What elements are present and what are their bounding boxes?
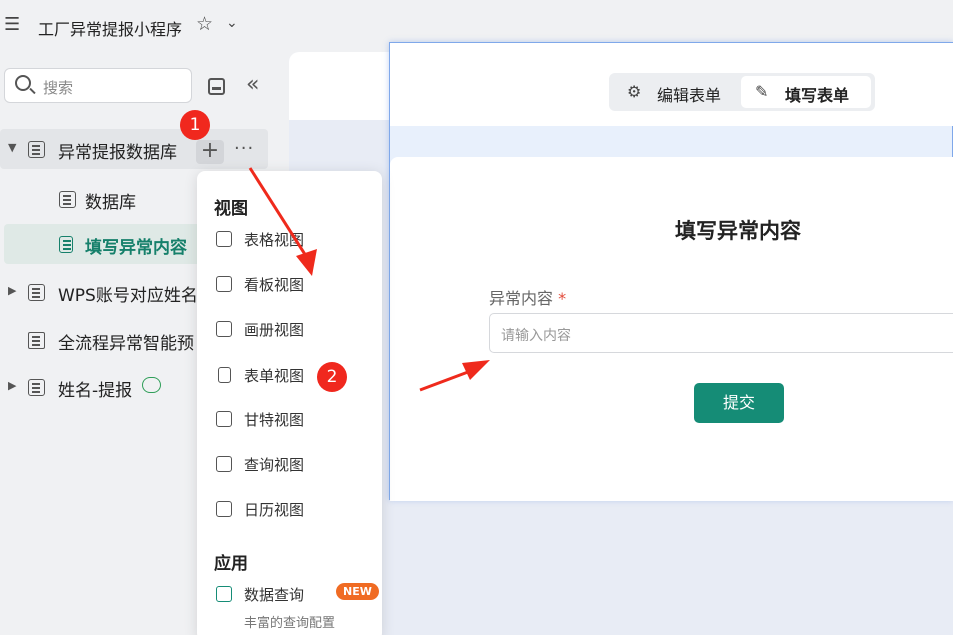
tab-label: 填写表单	[785, 86, 850, 105]
form-icon	[59, 236, 73, 253]
collapse-sidebar-icon[interactable]: «	[246, 72, 260, 97]
sidebar-item-label: 姓名-提报	[58, 381, 133, 401]
data-query-description: 丰富的查询配置	[244, 616, 336, 631]
dashboard-icon	[28, 332, 45, 349]
table-icon	[28, 141, 45, 158]
sidebar-item-exception-db[interactable]: ▼ 异常提报数据库	[0, 129, 268, 169]
calendar-icon	[216, 501, 232, 517]
more-icon[interactable]: ···	[234, 138, 254, 159]
menu-item-gantt-view[interactable]: 甘特视图	[214, 406, 364, 434]
menu-item-label: 画册视图	[244, 321, 305, 339]
menu-item-calendar-view[interactable]: 日历视图	[214, 496, 364, 524]
menu-item-query-view[interactable]: 查询视图	[214, 451, 364, 479]
table-icon	[28, 379, 45, 396]
minimize-icon[interactable]	[208, 78, 225, 95]
sidebar-item-label: 全流程异常智能预	[58, 334, 194, 354]
step-badge-1: 1	[180, 110, 210, 140]
menu-item-table-view[interactable]: 表格视图	[214, 226, 364, 254]
field-label: 异常内容 *	[489, 285, 566, 309]
section-view: 视图	[214, 199, 248, 219]
kanban-icon	[216, 276, 232, 292]
sidebar-item-label: 数据库	[85, 193, 136, 213]
sidebar-item-process-warning[interactable]: 全流程异常智能预	[0, 320, 200, 360]
required-mark: *	[558, 289, 567, 308]
add-view-button[interactable]: +	[196, 140, 224, 164]
sidebar-item-fill-exception[interactable]: 填写异常内容	[4, 224, 204, 264]
form-tabs: ⚙ 编辑表单 ✎ 填写表单	[609, 73, 875, 111]
caret-right-icon[interactable]: ▶	[8, 379, 16, 392]
table-icon	[216, 231, 232, 247]
new-badge: NEW	[336, 583, 379, 600]
table-icon	[28, 284, 45, 301]
menu-item-label: 甘特视图	[244, 411, 305, 429]
menu-item-label: 看板视图	[244, 276, 305, 294]
menu-item-label: 表格视图	[244, 231, 305, 249]
menu-item-data-query[interactable]: 数据查询 NEW	[214, 581, 379, 609]
grid-icon	[59, 191, 76, 208]
menu-item-label: 日历视图	[244, 501, 305, 519]
caret-down-icon[interactable]: ▼	[8, 141, 16, 154]
add-view-dropdown: 视图 表格视图 看板视图 画册视图 表单视图 甘特视图 查询视图 日历视图 应用…	[197, 171, 382, 635]
menu-item-label: 数据查询	[244, 586, 305, 604]
menu-item-label: 表单视图	[244, 367, 305, 385]
cloud-sync-icon	[142, 377, 161, 393]
sidebar-item-label: WPS账号对应姓名	[58, 286, 198, 306]
input-placeholder: 请输入内容	[501, 328, 571, 344]
field-label-text: 异常内容	[489, 289, 554, 308]
search-input[interactable]: 搜索	[4, 68, 192, 103]
menu-icon[interactable]: ☰	[4, 14, 20, 35]
sidebar-item-name-report[interactable]: ▶ 姓名-提报	[0, 367, 200, 407]
image-icon	[216, 321, 232, 337]
submit-button[interactable]: 提交	[694, 383, 784, 423]
chevron-down-icon[interactable]: ⌄	[226, 15, 238, 31]
search-icon	[15, 75, 31, 91]
step-badge-2: 2	[317, 362, 347, 392]
form-header: ⚙ 编辑表单 ✎ 填写表单	[390, 43, 953, 126]
caret-right-icon[interactable]: ▶	[8, 284, 16, 297]
tab-label: 编辑表单	[657, 86, 722, 105]
search-placeholder: 搜索	[43, 79, 74, 97]
menu-item-label: 查询视图	[244, 456, 305, 474]
sidebar-item-wps-names[interactable]: ▶ WPS账号对应姓名	[0, 272, 200, 312]
app-title: 工厂异常提报小程序	[38, 20, 183, 39]
form-title: 填写异常内容	[675, 219, 801, 243]
form-panel: ⚙ 编辑表单 ✎ 填写表单 填写异常内容 异常内容 * 请输入内容 提交	[389, 42, 953, 501]
tab-edit-form[interactable]: ⚙ 编辑表单	[613, 76, 735, 108]
star-icon[interactable]: ☆	[196, 13, 213, 35]
form-card: 填写异常内容 异常内容 * 请输入内容 提交	[390, 157, 953, 501]
data-query-icon	[216, 586, 232, 602]
sidebar-item-label: 异常提报数据库	[58, 143, 177, 163]
menu-item-kanban-view[interactable]: 看板视图	[214, 271, 364, 299]
exception-content-input[interactable]: 请输入内容	[489, 313, 953, 353]
section-app: 应用	[214, 554, 248, 574]
pencil-icon: ✎	[755, 82, 769, 101]
form-icon	[218, 367, 231, 383]
menu-item-gallery-view[interactable]: 画册视图	[214, 316, 364, 344]
workspace-header	[289, 52, 389, 120]
gear-icon: ⚙	[627, 82, 642, 101]
query-icon	[216, 456, 232, 472]
gantt-icon	[216, 411, 232, 427]
sidebar-item-database[interactable]: 数据库	[0, 179, 200, 219]
sidebar-item-label: 填写异常内容	[85, 238, 187, 258]
tab-fill-form[interactable]: ✎ 填写表单	[741, 76, 871, 108]
